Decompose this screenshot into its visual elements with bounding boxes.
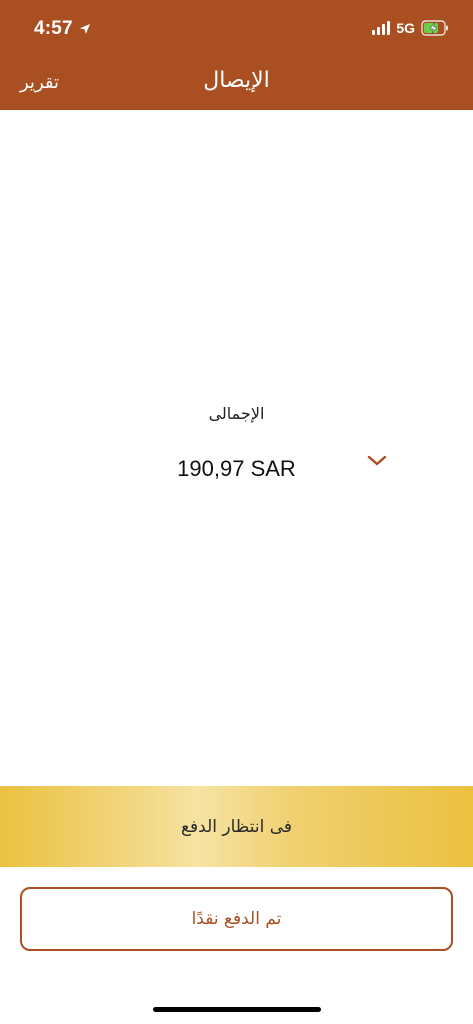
network-type: 5G	[396, 20, 415, 36]
page-title: الإيصال	[203, 68, 270, 93]
location-arrow-icon	[79, 24, 90, 34]
app-header: 4:57 5G الإيصال تقرير	[0, 0, 473, 110]
total-amount: 190,97 SAR	[177, 456, 296, 481]
chevron-down-icon[interactable]	[366, 453, 388, 469]
home-indicator[interactable]	[153, 1007, 321, 1012]
total-label: الإجمالى	[208, 404, 265, 423]
status-bar-time: 4:57	[34, 18, 91, 40]
status-bar-indicators: 5G	[372, 20, 449, 36]
signal-bars-icon	[372, 21, 391, 35]
payment-status-banner: فى انتظار الدفع	[0, 786, 473, 867]
receipt-screen: 4:57 5G الإيصال تقرير الإجمالى 190,97 SA…	[0, 0, 473, 1024]
cash-paid-button[interactable]: تم الدفع نقدًا	[20, 887, 453, 951]
report-button[interactable]: تقرير	[20, 72, 59, 93]
cash-paid-button-label: تم الدفع نقدًا	[191, 909, 282, 929]
payment-status-text: فى انتظار الدفع	[180, 816, 293, 837]
time-text: 4:57	[34, 18, 73, 39]
battery-charging-icon	[421, 20, 448, 36]
